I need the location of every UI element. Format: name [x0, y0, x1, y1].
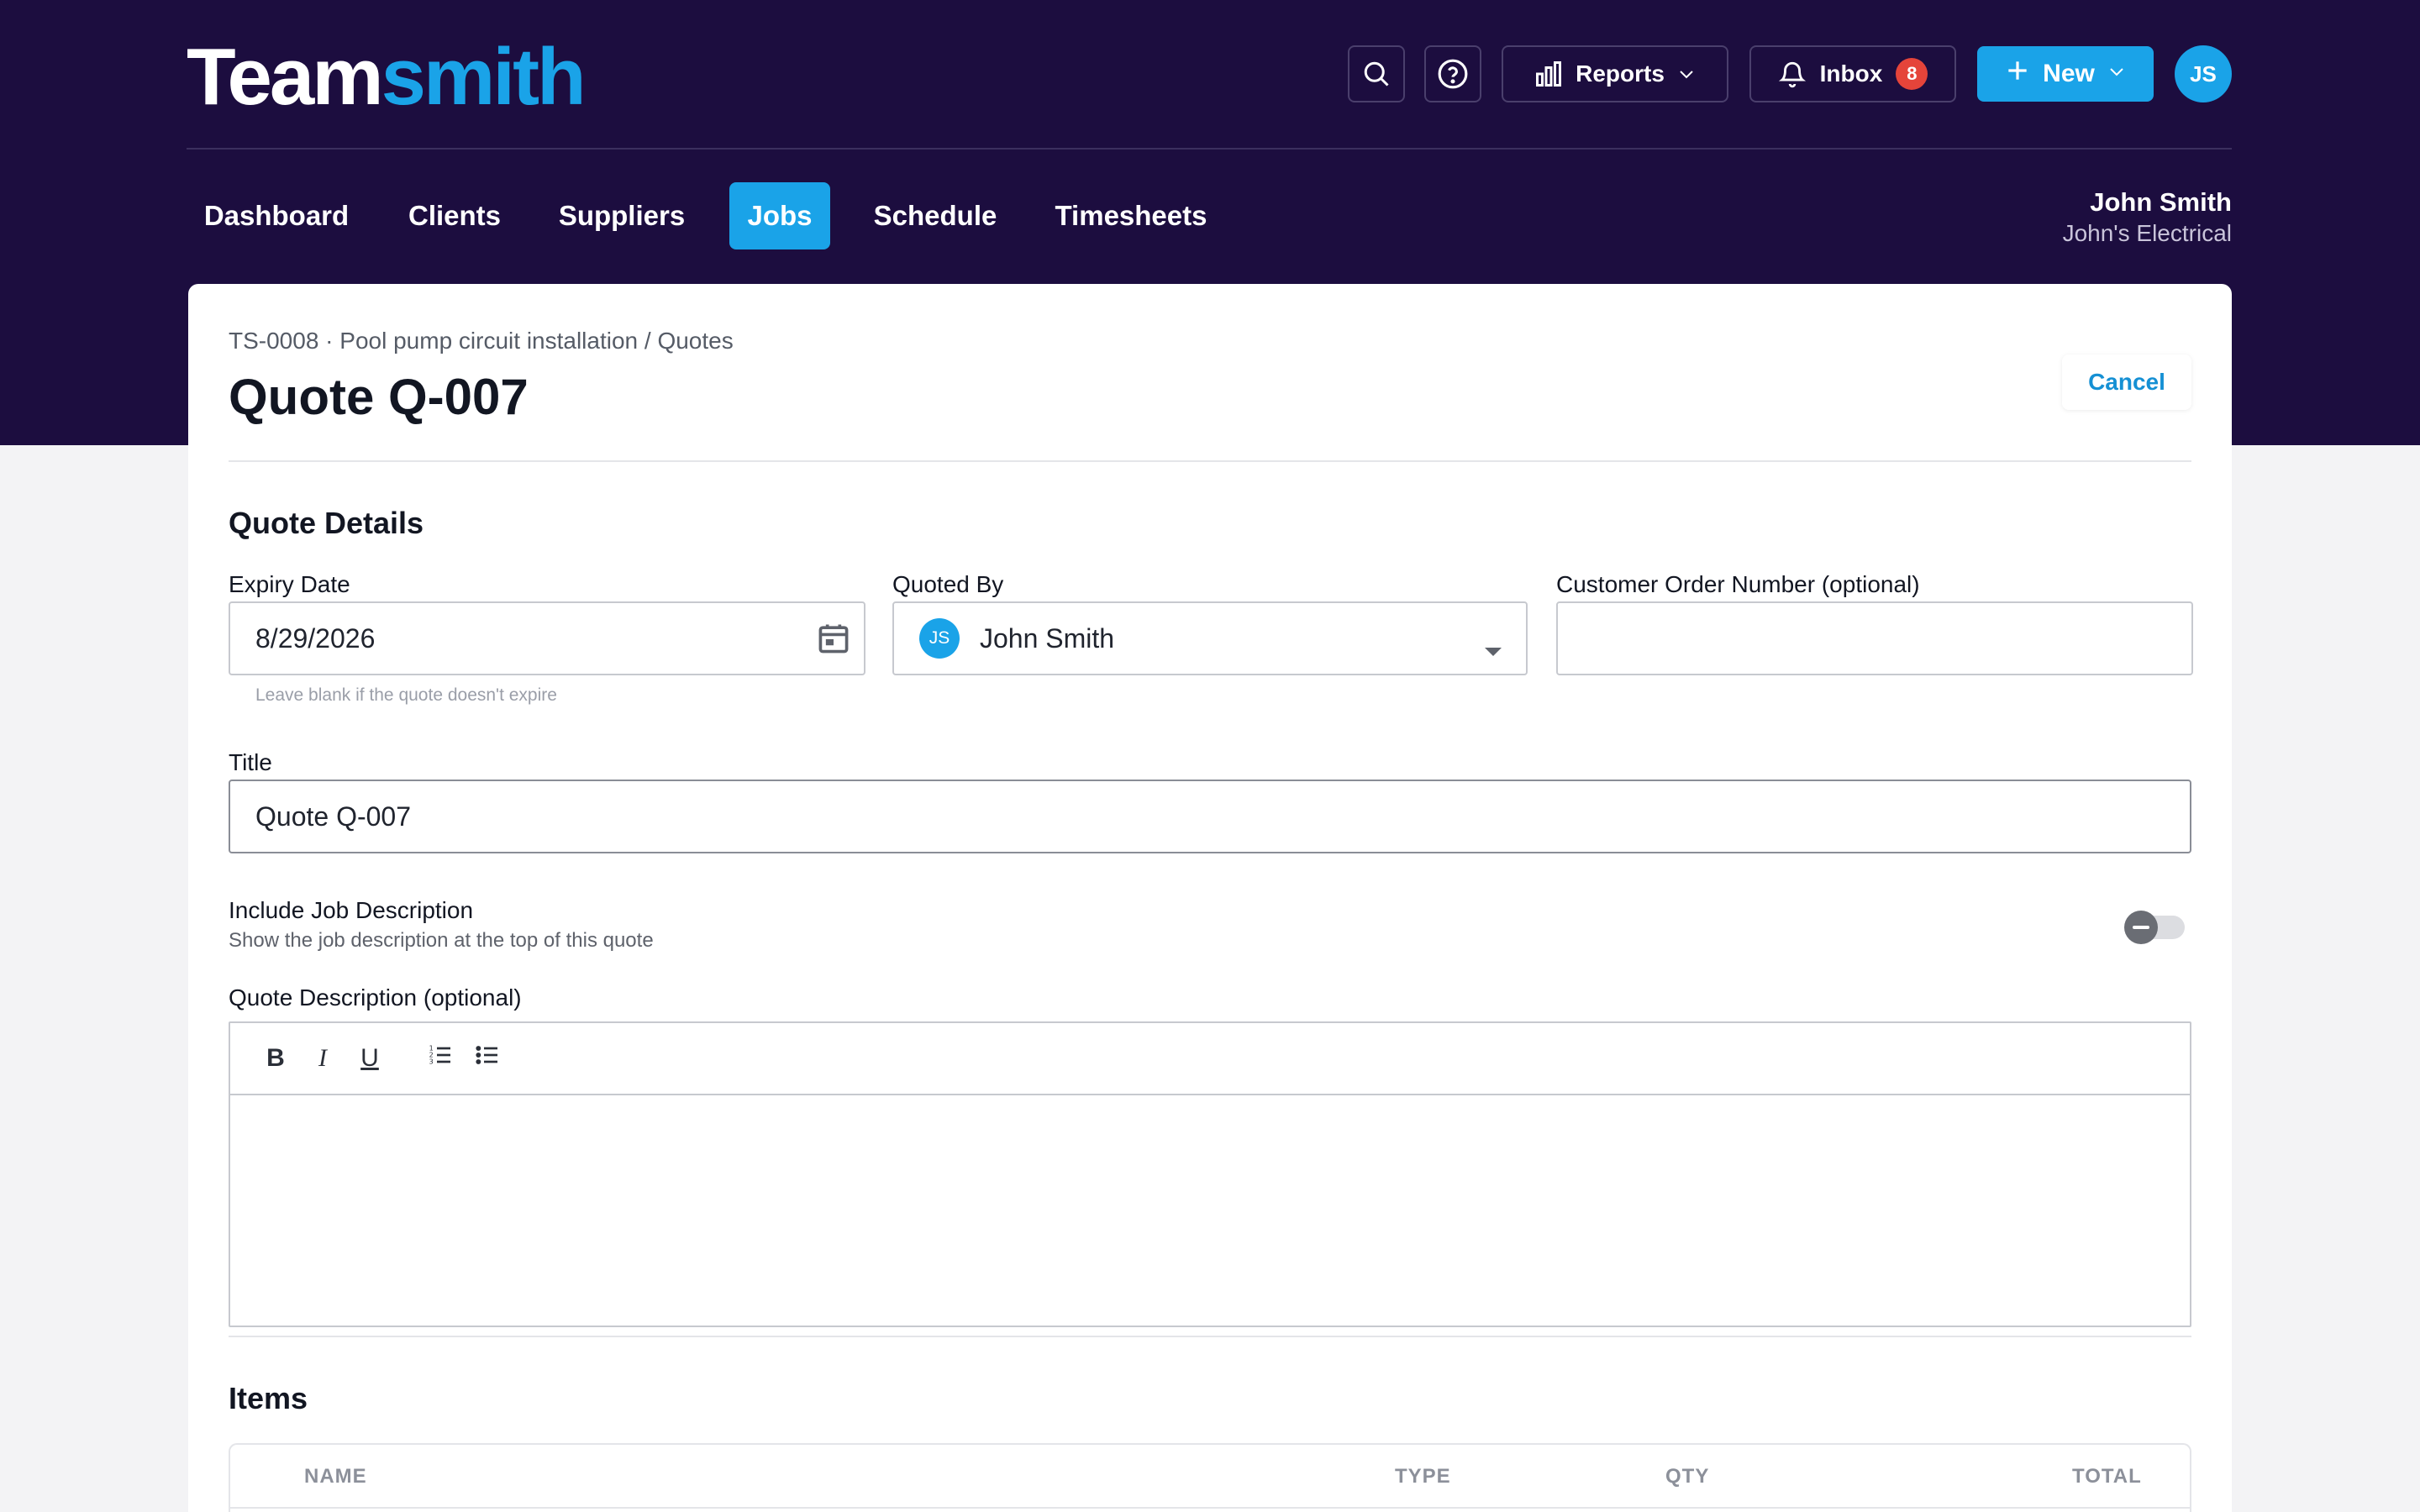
- title-label: Title: [229, 749, 272, 775]
- items-divider: [229, 1336, 2191, 1337]
- breadcrumb[interactable]: TS-0008 · Pool pump circuit installation…: [229, 328, 734, 354]
- ordered-list-icon: 123: [427, 1042, 454, 1075]
- chevron-down-icon: [1676, 64, 1697, 84]
- bar-chart-icon: [1534, 59, 1564, 89]
- italic-button[interactable]: I: [302, 1038, 343, 1079]
- app-logo[interactable]: Teamsmith: [187, 37, 587, 118]
- expiry-date-value: 8/29/2026: [255, 622, 376, 654]
- column-header-total[interactable]: TOTAL: [2072, 1465, 2142, 1488]
- header-divider: [187, 148, 2232, 150]
- reports-button[interactable]: Reports: [1502, 45, 1728, 102]
- editor-content-area[interactable]: [230, 1095, 2190, 1326]
- cancel-button[interactable]: Cancel: [2062, 354, 2191, 410]
- new-button[interactable]: New: [1977, 46, 2154, 102]
- help-icon: [1437, 58, 1469, 90]
- plus-icon: [2004, 57, 2031, 91]
- include-description-label: Include Job Description: [229, 897, 474, 923]
- quoted-by-avatar: JS: [919, 618, 960, 659]
- expiry-date-label: Expiry Date: [229, 571, 350, 597]
- include-description-toggle[interactable]: [2124, 911, 2185, 944]
- user-name: John Smith: [2090, 187, 2232, 217]
- items-table: NAME TYPE QTY TOTAL: [229, 1443, 2191, 1512]
- quoted-by-label: Quoted By: [892, 571, 1004, 597]
- title-input[interactable]: Quote Q-007: [229, 780, 2191, 853]
- quote-description-editor[interactable]: B I U 123: [229, 1021, 2191, 1327]
- include-description-subtext: Show the job description at the top of t…: [229, 929, 654, 952]
- quoted-by-select[interactable]: JS John Smith: [892, 601, 1528, 675]
- nav-item-suppliers[interactable]: Suppliers: [544, 182, 699, 249]
- column-header-name[interactable]: NAME: [304, 1465, 367, 1488]
- chevron-down-icon: [2107, 60, 2127, 88]
- bell-icon: [1778, 60, 1807, 88]
- page-title: Quote Q-007: [229, 369, 529, 425]
- user-avatar[interactable]: JS: [2175, 45, 2232, 102]
- nav-item-clients[interactable]: Clients: [393, 182, 516, 249]
- user-info[interactable]: John Smith John's Electrical: [2063, 186, 2232, 249]
- quote-details-heading: Quote Details: [229, 506, 424, 540]
- logo-part-smith: smith: [381, 32, 587, 122]
- inbox-label: Inbox: [1819, 60, 1883, 87]
- bullet-list-button[interactable]: [467, 1038, 508, 1079]
- svg-text:3: 3: [429, 1058, 434, 1066]
- help-button[interactable]: [1424, 45, 1481, 102]
- search-button[interactable]: [1348, 45, 1405, 102]
- title-divider: [229, 460, 2191, 462]
- quoted-by-value: John Smith: [980, 622, 1115, 654]
- column-header-type[interactable]: TYPE: [1395, 1465, 1451, 1488]
- search-icon: [1361, 59, 1392, 89]
- toggle-knob: [2124, 911, 2158, 944]
- new-label: New: [2043, 60, 2095, 87]
- nav-item-schedule[interactable]: Schedule: [860, 182, 1010, 249]
- nav-item-timesheets[interactable]: Timesheets: [1040, 182, 1222, 249]
- bullet-list-icon: [474, 1042, 501, 1075]
- table-header-divider: [230, 1507, 2190, 1509]
- caret-down-icon: [1484, 633, 1502, 664]
- editor-toolbar: B I U 123: [230, 1023, 2190, 1095]
- order-number-label: Customer Order Number (optional): [1556, 571, 1920, 597]
- items-heading: Items: [229, 1381, 308, 1415]
- inbox-button[interactable]: Inbox 8: [1749, 45, 1956, 102]
- nav-item-jobs[interactable]: Jobs: [729, 182, 830, 249]
- inbox-count-badge: 8: [1896, 58, 1928, 90]
- underline-button[interactable]: U: [350, 1038, 390, 1079]
- bold-button[interactable]: B: [255, 1038, 296, 1079]
- logo-part-team: Team: [187, 32, 384, 122]
- quote-form-card: TS-0008 · Pool pump circuit installation…: [188, 284, 2232, 1512]
- quote-description-label: Quote Description (optional): [229, 984, 522, 1011]
- expiry-date-input[interactable]: 8/29/2026: [229, 601, 865, 675]
- expiry-hint: Leave blank if the quote doesn't expire: [255, 685, 557, 705]
- reports-label: Reports: [1576, 60, 1665, 87]
- column-header-qty[interactable]: QTY: [1665, 1465, 1709, 1488]
- order-number-input[interactable]: [1556, 601, 2193, 675]
- calendar-icon[interactable]: [815, 620, 852, 664]
- nav-item-dashboard[interactable]: Dashboard: [188, 182, 365, 249]
- user-company: John's Electrical: [2062, 220, 2232, 246]
- ordered-list-button[interactable]: 123: [420, 1038, 460, 1079]
- title-input-value: Quote Q-007: [255, 801, 411, 832]
